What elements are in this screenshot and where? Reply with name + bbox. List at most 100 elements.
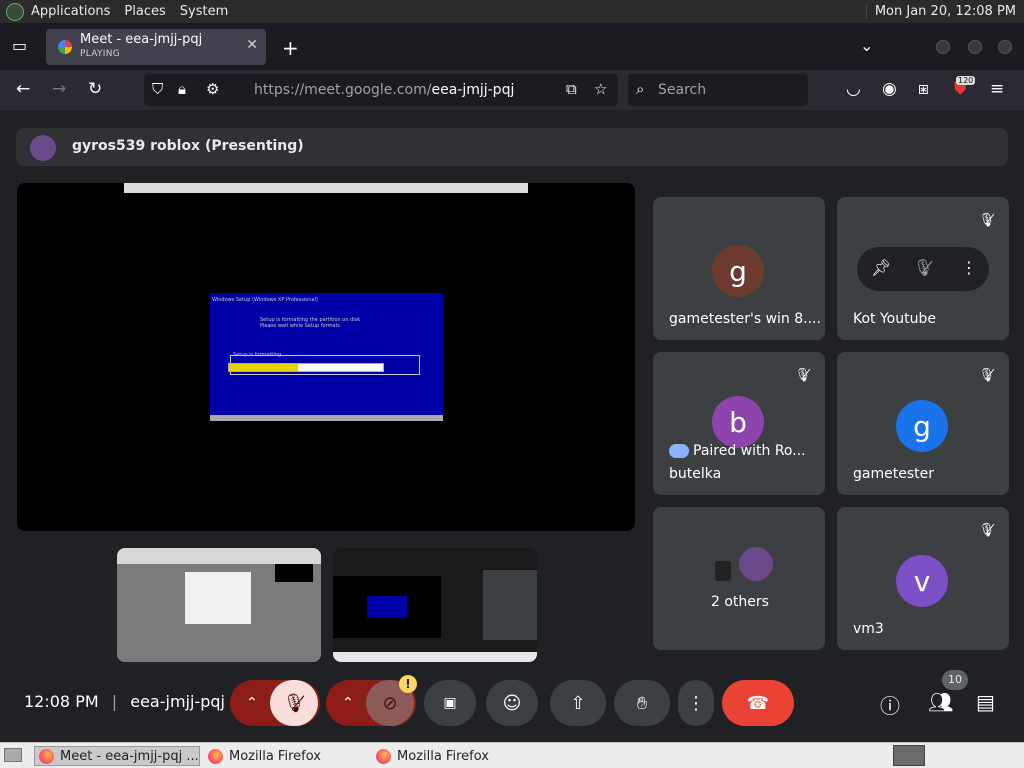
reactions-button[interactable]: ☺ — [486, 680, 538, 726]
meeting-code: eea-jmjj-pqj — [130, 692, 225, 711]
extension-count-badge: 120 — [956, 76, 976, 85]
menu-applications[interactable]: Applications — [24, 4, 117, 19]
tab-playing-label: PLAYING — [80, 49, 121, 59]
mic-toggle-button[interactable]: 🎙︎̸ — [270, 680, 318, 726]
extensions-icon[interactable]: ⧆ — [918, 79, 929, 99]
more-options-button[interactable]: ⋮ — [678, 680, 714, 726]
participant-avatar: g — [712, 245, 764, 297]
camera-warning-badge: ! — [399, 675, 417, 693]
chevron-up-icon: ⌃ — [246, 695, 258, 711]
participant-tile[interactable]: 🎙︎̸ b Paired with Ro... butelka — [653, 352, 825, 495]
mute-participant-icon[interactable]: 🎙︎̸ — [913, 258, 933, 277]
mic-off-icon: 🎙︎̸ — [978, 523, 995, 538]
participant-name: 2 others — [711, 594, 769, 610]
camera-off-icon: ⊘ — [382, 692, 398, 714]
tile-hover-actions: 📌︎ 🎙︎̸ ⋮ — [857, 247, 989, 291]
close-window-button[interactable] — [998, 40, 1012, 54]
menu-system[interactable]: System — [173, 4, 235, 19]
hand-icon: ✋︎ — [636, 692, 648, 714]
permissions-icon[interactable]: ⚙ — [206, 80, 219, 98]
people-icon[interactable]: 👥︎ — [928, 690, 953, 714]
paired-label: Paired with Ro... — [669, 443, 806, 459]
setup-header: Windows Setup (Windows XP Professional) — [212, 297, 318, 303]
shield-icon[interactable]: ⛉ — [152, 80, 163, 98]
picture-in-picture-icon[interactable]: ⧉ — [566, 80, 577, 98]
emoji-icon: ☺ — [502, 692, 522, 714]
more-options-icon[interactable]: ⋮ — [961, 258, 977, 277]
show-desktop-icon[interactable] — [4, 748, 22, 762]
forward-arrow-icon[interactable]: → — [52, 79, 66, 99]
thumbnail-dialog — [185, 572, 251, 624]
menu-places[interactable]: Places — [117, 4, 172, 19]
participant-avatar: b — [712, 396, 764, 448]
present-icon: ⇧ — [570, 692, 586, 714]
meeting-info: 12:08 PM | eea-jmjj-pqj — [24, 692, 225, 711]
taskbar-item-meet[interactable]: Meet - eea-jmjj-pqj ... — [34, 746, 200, 766]
participant-tile[interactable]: g gametester's win 8.... — [653, 197, 825, 340]
presenter-avatar — [30, 135, 56, 161]
firefox-icon — [208, 748, 223, 764]
list-tabs-chevron-icon[interactable]: ⌄ — [860, 36, 873, 55]
raise-hand-button[interactable]: ✋︎ — [614, 680, 670, 726]
reload-icon[interactable]: ↻ — [88, 79, 102, 99]
chat-icon[interactable]: ▤ — [976, 690, 995, 714]
taskbar-item-label: Meet - eea-jmjj-pqj ... — [60, 748, 199, 764]
setup-status-bar — [210, 415, 443, 421]
participant-name: gametester's win 8.... — [669, 311, 821, 327]
new-tab-icon[interactable]: + — [282, 36, 299, 60]
url-host: https://meet.google.com/ — [254, 82, 432, 98]
pocket-icon[interactable]: ◡ — [846, 79, 861, 99]
firefox-icon — [376, 748, 391, 764]
participant-tile[interactable]: 🎙︎̸ g gametester — [837, 352, 1009, 495]
taskbar-item-firefox[interactable]: Mozilla Firefox — [204, 746, 364, 766]
maximize-window-button[interactable] — [968, 40, 982, 54]
mic-off-icon: 🎙︎̸ — [794, 368, 811, 383]
participant-name: butelka — [669, 466, 722, 482]
participant-name: gametester — [853, 466, 934, 482]
pin-icon[interactable]: 📌︎ — [871, 258, 891, 277]
bookmark-star-icon[interactable]: ☆ — [594, 80, 607, 98]
setup-body-line: Please wait while Setup formats — [260, 323, 341, 329]
present-screen-button[interactable]: ⇧ — [550, 680, 606, 726]
tab-overview-icon[interactable]: ▭ — [12, 36, 27, 55]
back-arrow-icon[interactable]: ← — [16, 79, 30, 99]
thumbnail-taskbar — [333, 652, 537, 662]
meet-main: gyros539 roblox (Presenting) Windows Set… — [0, 110, 1024, 742]
taskbar: Meet - eea-jmjj-pqj ... Mozilla Firefox … — [0, 742, 1024, 768]
participant-name: vm3 — [853, 621, 884, 637]
tab-close-icon[interactable]: ✕ — [246, 37, 258, 53]
tab-meet[interactable]: Meet - eea-jmjj-pqj PLAYING ✕ — [46, 29, 266, 65]
tab-title: Meet - eea-jmjj-pqj — [80, 32, 203, 47]
participant-tile[interactable]: 2 others — [653, 507, 825, 650]
participant-tile[interactable]: 🎙︎̸ v vm3 — [837, 507, 1009, 650]
url-bar[interactable]: ⛉ 🔒︎ ⚙ https://meet.google.com/eea-jmjj-… — [144, 74, 618, 106]
distro-logo-icon[interactable] — [6, 2, 24, 21]
workspace-switcher[interactable] — [893, 745, 925, 766]
hang-up-icon: ☎ — [746, 692, 770, 714]
chevron-up-icon: ⌃ — [342, 695, 354, 711]
setup-progress-fill — [229, 364, 299, 371]
screen-share-thumbnail[interactable] — [117, 548, 321, 662]
lock-icon[interactable]: 🔒︎ — [178, 80, 186, 98]
screen-share-thumbnail[interactable] — [333, 548, 537, 662]
hamburger-menu-icon[interactable]: ≡ — [990, 79, 1004, 99]
mic-off-icon: 🎙︎̸ — [978, 368, 995, 383]
more-vertical-icon: ⋮ — [687, 692, 705, 714]
thumbnail-black-box — [275, 564, 313, 582]
search-box[interactable]: ⌕ Search — [628, 74, 808, 106]
minimize-window-button[interactable] — [936, 40, 950, 54]
meeting-details-icon[interactable]: ⓘ — [880, 690, 900, 719]
thumbnail-setup — [367, 596, 407, 618]
shared-screen-main[interactable]: Windows Setup (Windows XP Professional) … — [17, 183, 635, 531]
windows-setup-screen: Windows Setup (Windows XP Professional) … — [210, 293, 443, 421]
participant-tile[interactable]: 🎙︎̸ 📌︎ 🎙︎̸ ⋮ Kot Youtube — [837, 197, 1009, 340]
taskbar-item-firefox[interactable]: Mozilla Firefox — [372, 746, 532, 766]
leave-call-button[interactable]: ☎ — [722, 680, 794, 726]
paired-text: Paired with Ro... — [693, 443, 806, 459]
url-path: eea-jmjj-pqj — [431, 82, 515, 98]
meet-favicon-icon — [58, 40, 72, 54]
account-icon[interactable]: ◉ — [882, 79, 897, 99]
panel-clock[interactable]: Mon Jan 20, 12:08 PM — [865, 4, 1024, 19]
thumbnail-grid — [483, 570, 537, 640]
captions-button[interactable]: ▣ — [424, 680, 476, 726]
